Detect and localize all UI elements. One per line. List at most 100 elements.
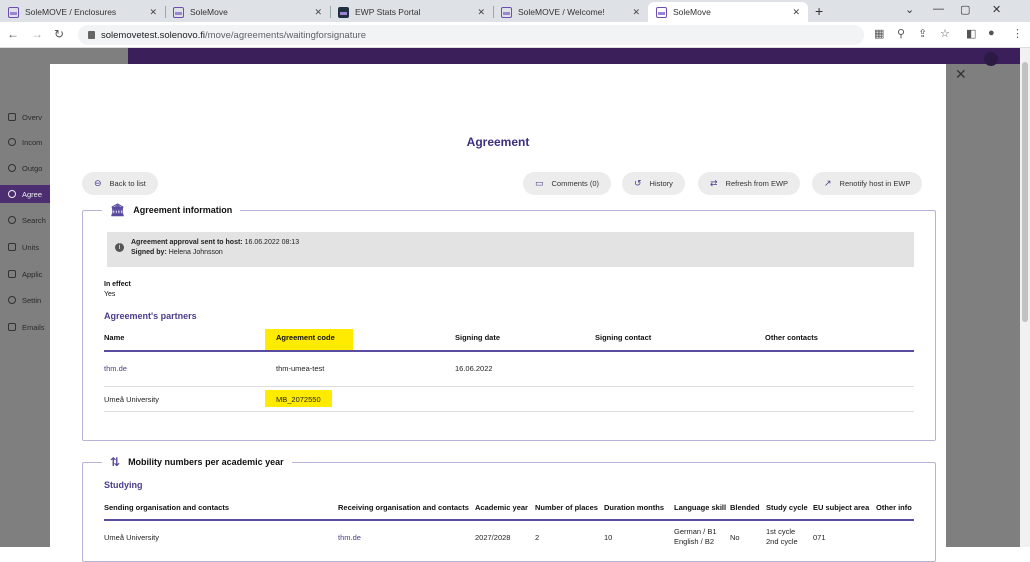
column-header: Blended <box>730 503 760 512</box>
table-header-rule <box>104 350 914 352</box>
sidebar-item-label: Settin <box>22 295 42 305</box>
sidebar-item-label: Search <box>22 215 46 225</box>
history-button[interactable]: ↺ History <box>622 172 685 195</box>
agreement-icon <box>8 190 16 198</box>
tab-title: EWP Stats Portal <box>355 7 421 17</box>
language-skill: German / B1 English / B2 <box>674 527 717 547</box>
tab-title: SoleMOVE / Welcome! <box>518 7 605 17</box>
section-heading: 🏛 Agreement information <box>102 203 241 217</box>
bookmark-star-icon[interactable]: ☆ <box>940 27 950 40</box>
units-icon <box>8 243 16 251</box>
section-heading: ⇅ Mobility numbers per academic year <box>102 455 292 469</box>
overview-icon <box>8 113 16 121</box>
browser-tab[interactable]: SoleMOVE / Enclosures ✕ <box>0 2 166 22</box>
notice-label: Agreement approval sent to host: <box>131 239 243 246</box>
notice-value: Helena Johnsson <box>168 249 223 256</box>
url-bar[interactable]: solemovetest.solenovo.fi/move/agreements… <box>78 25 864 45</box>
browser-menu-icon[interactable]: ⋮ <box>1012 27 1023 40</box>
column-header: Name <box>104 333 125 342</box>
receiving-organisation-link[interactable]: thm.de <box>338 533 361 543</box>
back-arrow-icon[interactable]: ← <box>7 27 19 41</box>
renotify-host-button[interactable]: ↗ Renotify host in EWP <box>812 172 923 195</box>
close-icon[interactable]: ✕ <box>632 7 640 18</box>
back-to-list-button[interactable]: ⊖ Back to list <box>82 172 158 195</box>
sidebar-item-units[interactable]: Units <box>8 240 50 254</box>
modal-close-icon[interactable]: ✕ <box>955 66 967 83</box>
browser-tab[interactable]: SoleMove ✕ <box>165 2 331 22</box>
user-avatar-icon[interactable] <box>984 52 998 66</box>
url-host: solemovetest.solenovo.fi <box>101 29 206 41</box>
button-label: Back to list <box>109 179 146 188</box>
sidebar-item-label: Outgo <box>22 163 43 173</box>
maximize-icon[interactable]: ▢ <box>960 3 970 16</box>
notice-value: 16.06.2022 08:13 <box>244 239 300 246</box>
sidebar-item-agreements[interactable]: Agree <box>0 185 50 203</box>
minimize-icon[interactable]: — <box>933 3 944 15</box>
column-header: Study cycle <box>766 503 808 512</box>
sidebar-item-emails[interactable]: Emails <box>8 320 50 334</box>
tab-title: SoleMove <box>673 7 711 17</box>
close-icon[interactable]: ✕ <box>792 7 800 18</box>
side-panel-icon[interactable]: ◧ <box>966 27 976 40</box>
page-scrollbar[interactable] <box>1020 48 1030 547</box>
sidebar-item-label: Units <box>22 242 40 252</box>
comments-button[interactable]: ▭ Comments (0) <box>523 172 612 195</box>
forward-arrow-icon[interactable]: → <box>31 27 43 41</box>
sort-icon: ⇅ <box>110 455 121 469</box>
window-close-icon[interactable]: ✕ <box>992 3 1001 16</box>
profile-icon[interactable]: ● <box>988 27 995 39</box>
section-heading-text: Agreement information <box>133 205 233 215</box>
button-label: Refresh from EWP <box>725 179 789 188</box>
modal-title: Agreement <box>466 135 530 149</box>
notice-label: Signed by: <box>131 249 167 256</box>
agreement-modal: Agreement ⊖ Back to list ▭ Comments (0) ↺ H… <box>50 64 946 562</box>
browser-tab[interactable]: EWP Stats Portal ✕ <box>330 2 494 22</box>
new-tab-icon[interactable]: + <box>815 3 823 19</box>
translate-icon[interactable]: ▦ <box>874 27 884 40</box>
close-icon[interactable]: ✕ <box>477 7 485 18</box>
reload-icon[interactable]: ↻ <box>54 27 64 41</box>
browser-tab[interactable]: SoleMOVE / Welcome! ✕ <box>493 2 648 22</box>
partner-name-link[interactable]: thm.de <box>104 364 127 374</box>
sidebar-item-incoming[interactable]: Incom <box>8 135 50 149</box>
refresh-from-ewp-button[interactable]: ⇄ Refresh from EWP <box>698 172 801 195</box>
number-of-places: 2 <box>535 533 540 542</box>
ewp-icon <box>338 6 349 18</box>
close-icon[interactable]: ✕ <box>314 7 322 18</box>
search-icon <box>8 216 16 224</box>
lock-icon <box>88 31 95 39</box>
tab-title: SoleMove <box>190 7 228 17</box>
sending-organisation: Umeå University <box>104 533 160 542</box>
solemove-icon <box>173 6 184 18</box>
academic-year: 2027/2028 <box>475 533 511 542</box>
agreement-code: thm-umea-test <box>276 364 325 373</box>
url-path: /move/agreements/waitingforsignature <box>205 29 367 41</box>
chevron-down-icon[interactable]: ⌄ <box>905 3 914 16</box>
info-icon: i <box>115 243 124 252</box>
button-label: History <box>649 179 673 188</box>
sidebar-item-label: Applic <box>22 269 43 279</box>
sidebar-item-overview[interactable]: Overv <box>8 110 50 124</box>
column-header: Other info <box>876 503 912 512</box>
browser-tab-active[interactable]: SoleMove ✕ <box>648 2 808 22</box>
close-icon[interactable]: ✕ <box>149 7 157 18</box>
column-header: Language skill <box>674 503 727 512</box>
approval-notice: i Agreement approval sent to host: 16.06… <box>107 232 914 267</box>
eu-subject-area: 071 <box>813 533 826 542</box>
column-header: EU subject area <box>813 503 870 512</box>
settings-icon <box>8 296 16 304</box>
column-header: Sending organisation and contacts <box>104 503 230 512</box>
zoom-icon[interactable]: ⚲ <box>897 27 905 40</box>
browser-tab-strip: SoleMOVE / Enclosures ✕ SoleMove ✕ EWP S… <box>0 0 1030 22</box>
column-header: Other contacts <box>765 333 818 342</box>
scrollbar-thumb[interactable] <box>1022 62 1028 322</box>
arrow-left-circle-icon: ⊖ <box>94 178 102 188</box>
sidebar-item-settings[interactable]: Settin <box>8 293 50 307</box>
solemove-icon <box>8 6 19 18</box>
refresh-icon: ⇄ <box>710 178 718 188</box>
app-header-bar <box>128 48 1030 64</box>
sidebar-item-outgoing[interactable]: Outgo <box>8 161 50 175</box>
sidebar-item-applications[interactable]: Applic <box>8 267 50 281</box>
sidebar-item-search[interactable]: Search <box>8 213 50 227</box>
share-icon[interactable]: ⇪ <box>918 27 927 40</box>
